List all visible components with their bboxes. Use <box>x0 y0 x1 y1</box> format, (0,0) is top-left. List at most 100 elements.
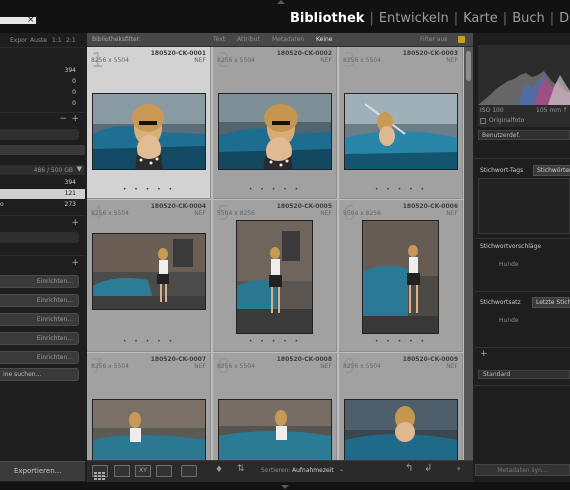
filter-text[interactable]: Text <box>213 33 225 47</box>
compare-view-icon[interactable]: XY <box>135 465 151 477</box>
grid-cell[interactable]: 6 180520-CK-0006 5504 x 8256 NEF • • • •… <box>339 200 463 352</box>
keyword-tags-field[interactable] <box>478 178 570 234</box>
zoom-fit[interactable]: Expor <box>10 37 27 44</box>
grid-cell[interactable]: 5 180520-CK-0005 5504 x 8256 NEF • • • •… <box>213 200 337 352</box>
keyword-set-tab[interactable]: Letzte Stich <box>532 297 570 308</box>
photo-thumbnail[interactable] <box>218 399 332 460</box>
folder-search-field[interactable] <box>0 129 79 140</box>
grid-cell[interactable]: 2 180520-CK-0002 8256 x 5504 NEF • • • •… <box>213 47 337 199</box>
close-icon[interactable]: × <box>27 15 35 25</box>
photo-thumbnail[interactable] <box>236 220 313 334</box>
photo-thumbnail[interactable] <box>344 399 458 460</box>
plus-icon[interactable]: + <box>71 114 79 124</box>
module-separator: | <box>549 11 555 26</box>
histogram[interactable]: ISO 100 105 mm f Originalfoto <box>478 45 570 127</box>
plus-icon[interactable]: + <box>71 258 79 268</box>
scrollbar-thumb[interactable] <box>466 51 471 81</box>
zoom-1-1[interactable]: 1:1 <box>52 37 62 44</box>
sort-select[interactable]: Aufnahmezeit <box>292 467 334 474</box>
grid-cell[interactable]: 1 180520-CK-0001 8256 x 5504 NEF • • • •… <box>87 47 211 199</box>
rating-dots[interactable]: • • • • • <box>87 338 210 345</box>
grid-scrollbar[interactable] <box>464 47 473 460</box>
photo-thumbnail[interactable] <box>92 399 206 460</box>
keyword-suggestion[interactable]: Hunde <box>499 261 519 268</box>
lock-icon[interactable] <box>458 36 465 43</box>
cell-extension: NEF <box>446 210 458 217</box>
module-bibliothek[interactable]: Bibliothek <box>290 11 364 26</box>
module-buch[interactable]: Buch <box>512 11 545 26</box>
photo-image <box>237 221 312 333</box>
zoom-2-1[interactable]: 2:1 <box>66 37 76 44</box>
photo-thumbnail[interactable] <box>218 93 332 170</box>
rating-dots[interactable]: • • • • • <box>213 186 336 193</box>
standard-select[interactable]: Standard <box>478 370 570 379</box>
checkbox-icon[interactable] <box>480 118 486 124</box>
survey-view-icon[interactable] <box>156 465 172 477</box>
filter-metadata[interactable]: Metadaten <box>272 33 304 47</box>
sort-direction-icon[interactable]: ⇅ <box>237 464 245 474</box>
export-button[interactable]: Exportieren... <box>0 461 85 481</box>
expand-filmstrip-arrow-icon[interactable] <box>281 485 289 489</box>
folder-row[interactable]: o 273 <box>0 200 85 210</box>
module-picker-bar: × Bibliothek | Entwickeln | Karte | Buch | Diash… <box>0 0 570 33</box>
photo-image <box>345 94 457 169</box>
photo-image <box>363 221 438 333</box>
module-diashow[interactable]: Diashow <box>559 11 570 26</box>
divider <box>475 158 570 159</box>
loupe-view-icon[interactable] <box>114 465 130 477</box>
right-panel-footer: Metadaten syn... <box>475 460 570 482</box>
publish-setup-button[interactable]: Einrichten... <box>0 351 79 364</box>
filter-attribute[interactable]: Attribut <box>237 33 260 47</box>
filter-preset[interactable]: Filter aus <box>420 33 447 47</box>
grid-cell[interactable]: 3 180520-CK-0003 8256 x 5504 NEF • • • •… <box>339 47 463 199</box>
people-view-icon[interactable] <box>181 465 197 477</box>
grid-view-icon[interactable] <box>92 465 108 480</box>
triangle-down-icon[interactable]: ▼ <box>77 165 82 173</box>
rating-dots[interactable]: • • • • • <box>213 338 336 345</box>
volume-row[interactable]: 486 / 500 GB ▼ <box>0 165 85 175</box>
minus-icon[interactable]: − <box>59 114 67 124</box>
rating-dots[interactable]: • • • • • <box>87 186 210 193</box>
preset-select[interactable]: Benutzerdef. <box>478 130 570 140</box>
filter-none[interactable]: Keine <box>316 33 333 47</box>
zoom-fill[interactable]: Auste <box>30 37 47 44</box>
plus-icon[interactable]: + <box>480 349 488 359</box>
bottom-toolbar: XY ♦ ⇅ Sortieren: Aufnahmezeit ⌄ ↰ ↲ ▾ <box>87 460 473 482</box>
grid-cell[interactable]: 7 180520-CK-0007 8256 x 5504 NEF <box>87 353 211 460</box>
folder-bar[interactable] <box>0 145 85 155</box>
photo-thumbnail[interactable] <box>344 93 458 170</box>
rotate-left-icon[interactable]: ↰ <box>405 463 413 474</box>
find-more-services-button[interactable]: ine suchen... <box>0 368 79 381</box>
rating-dots[interactable]: • • • • • <box>339 338 462 345</box>
publish-setup-button[interactable]: Einrichten... <box>0 275 79 288</box>
photo-image <box>219 400 331 460</box>
module-entwickeln[interactable]: Entwickeln <box>379 11 449 26</box>
photo-thumbnail[interactable] <box>92 93 206 170</box>
collection-search-field[interactable] <box>0 232 79 243</box>
grid-cell[interactable]: 4 180520-CK-0004 8256 x 5504 NEF • • • •… <box>87 200 211 352</box>
publish-setup-button[interactable]: Einrichten... <box>0 313 79 326</box>
photo-thumbnail[interactable] <box>92 233 206 310</box>
plus-icon[interactable]: + <box>71 218 79 228</box>
rating-dots[interactable]: • • • • • <box>339 186 462 193</box>
publish-setup-button[interactable]: Einrichten... <box>0 332 79 345</box>
keyword-tags-tab[interactable]: Stichwörter <box>533 165 570 176</box>
keyword-suggestions-label: Stichwortvorschläge <box>480 243 542 250</box>
toolbar-menu-icon[interactable]: ▾ <box>457 465 461 473</box>
metadata-sync-button[interactable]: Metadaten syn... <box>475 464 570 476</box>
module-karte[interactable]: Karte <box>463 11 498 26</box>
publish-setup-button[interactable]: Einrichten... <box>0 294 79 307</box>
photo-thumbnail[interactable] <box>362 220 439 334</box>
grid-cell[interactable]: 8 180520-CK-0008 8256 x 5504 NEF <box>213 353 337 460</box>
folder-row-selected[interactable]: 121 <box>0 189 85 199</box>
right-panel: ISO 100 105 mm f Originalfoto Benutzerde… <box>475 33 570 460</box>
cell-filename: 180520-CK-0005 <box>276 203 332 210</box>
painter-icon[interactable]: ♦ <box>215 465 223 475</box>
folder-row[interactable]: 394 <box>0 178 85 188</box>
left-panel: Expor Auste 1:1 2:1 394 0 0 0 − + 486 / … <box>0 33 85 460</box>
keyword-set-item[interactable]: Hunde <box>499 317 519 324</box>
rotate-right-icon[interactable]: ↲ <box>424 463 432 474</box>
grid-cell[interactable]: 9 180520-CK-0009 8256 x 5504 NEF <box>339 353 463 460</box>
chevron-down-icon[interactable]: ⌄ <box>339 466 344 473</box>
collapse-top-arrow-icon[interactable] <box>277 0 285 4</box>
